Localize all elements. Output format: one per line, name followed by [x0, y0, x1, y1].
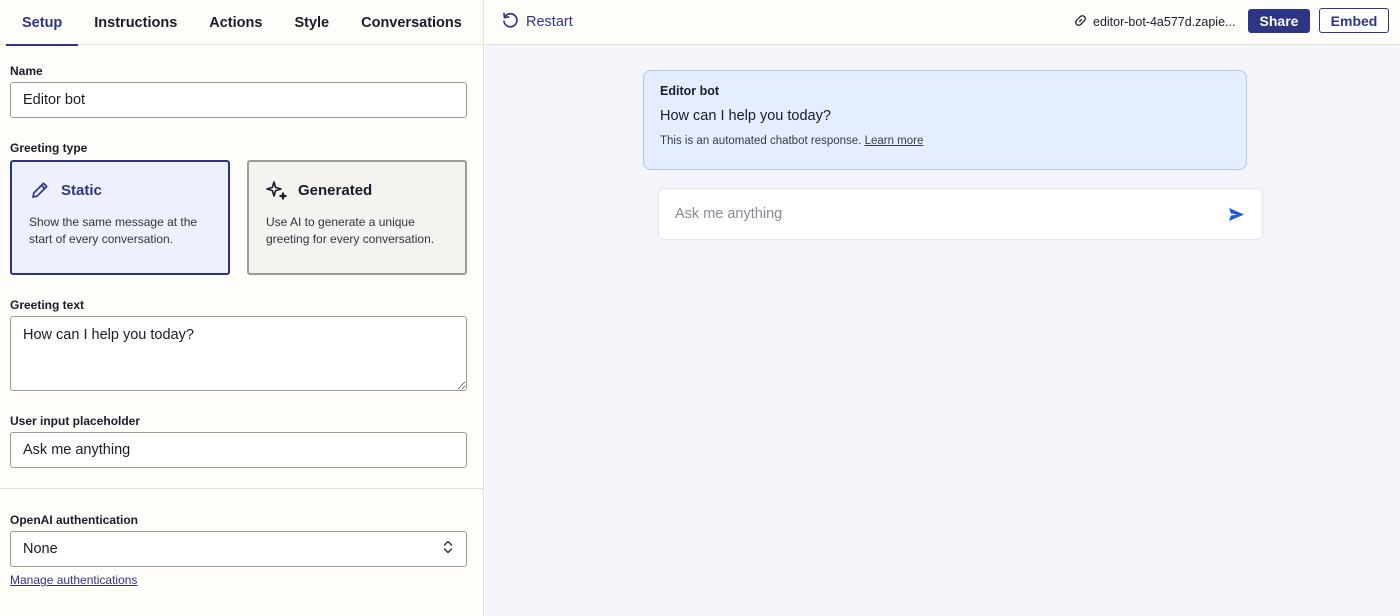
- greeting-text-input[interactable]: How can I help you today?: [10, 316, 467, 391]
- greeting-text-label: Greeting text: [10, 298, 85, 312]
- auth-select-value: None: [23, 541, 58, 557]
- tab-setup[interactable]: Setup: [6, 0, 79, 46]
- preview-panel: Restart editor-bot-4a577d.zapie... Share…: [485, 0, 1400, 616]
- automated-note-text: This is an automated chatbot response.: [660, 135, 862, 147]
- greeting-type-label: Greeting type: [10, 141, 88, 155]
- bot-greeting: How can I help you today?: [660, 108, 831, 124]
- name-input[interactable]: [10, 82, 467, 118]
- bot-message-bubble: Editor bot How can I help you today? Thi…: [643, 70, 1247, 170]
- embed-button[interactable]: Embed: [1319, 8, 1389, 33]
- bot-url-text: editor-bot-4a577d.zapie...: [1093, 15, 1236, 29]
- manage-authentications-link[interactable]: Manage authentications: [10, 573, 137, 587]
- placeholder-input[interactable]: [10, 432, 467, 468]
- static-description: Show the same message at the start of ev…: [29, 215, 198, 246]
- restart-icon: [501, 11, 519, 33]
- share-button[interactable]: Share: [1248, 9, 1310, 33]
- tab-instructions[interactable]: Instructions: [78, 0, 193, 45]
- greeting-option-generated[interactable]: Generated Use AI to generate a unique gr…: [247, 160, 467, 275]
- automated-note: This is an automated chatbot response. L…: [660, 135, 1230, 147]
- chevron-up-down-icon: [442, 539, 454, 559]
- name-label: Name: [10, 64, 43, 78]
- auth-select[interactable]: None: [10, 531, 467, 567]
- placeholder-label: User input placeholder: [10, 414, 141, 428]
- bot-url-link[interactable]: editor-bot-4a577d.zapie...: [1074, 12, 1235, 32]
- tab-style[interactable]: Style: [278, 0, 345, 45]
- tab-bar: Setup Instructions Actions Style Convers…: [0, 0, 484, 46]
- auth-label: OpenAI authentication: [10, 513, 139, 527]
- restart-label: Restart: [526, 14, 573, 30]
- pencil-icon: [29, 179, 51, 201]
- send-icon[interactable]: [1226, 204, 1246, 224]
- bot-name: Editor bot: [660, 84, 720, 98]
- tab-actions[interactable]: Actions: [193, 0, 278, 45]
- chat-input[interactable]: [675, 206, 1226, 222]
- generated-description: Use AI to generate a unique greeting for…: [266, 215, 435, 246]
- learn-more-link[interactable]: Learn more: [865, 135, 924, 147]
- link-icon: [1074, 14, 1087, 30]
- chat-input-box: [658, 188, 1263, 240]
- tab-conversations[interactable]: Conversations: [345, 0, 478, 45]
- settings-panel: Setup Instructions Actions Style Convers…: [0, 0, 484, 616]
- restart-button[interactable]: Restart: [501, 11, 573, 33]
- sparkle-icon: [266, 179, 288, 201]
- preview-topbar: Restart editor-bot-4a577d.zapie... Share…: [485, 0, 1400, 45]
- section-divider: [0, 488, 484, 489]
- generated-title: Generated: [298, 181, 373, 199]
- greeting-option-static[interactable]: Static Show the same message at the star…: [10, 160, 230, 275]
- static-title: Static: [61, 181, 102, 199]
